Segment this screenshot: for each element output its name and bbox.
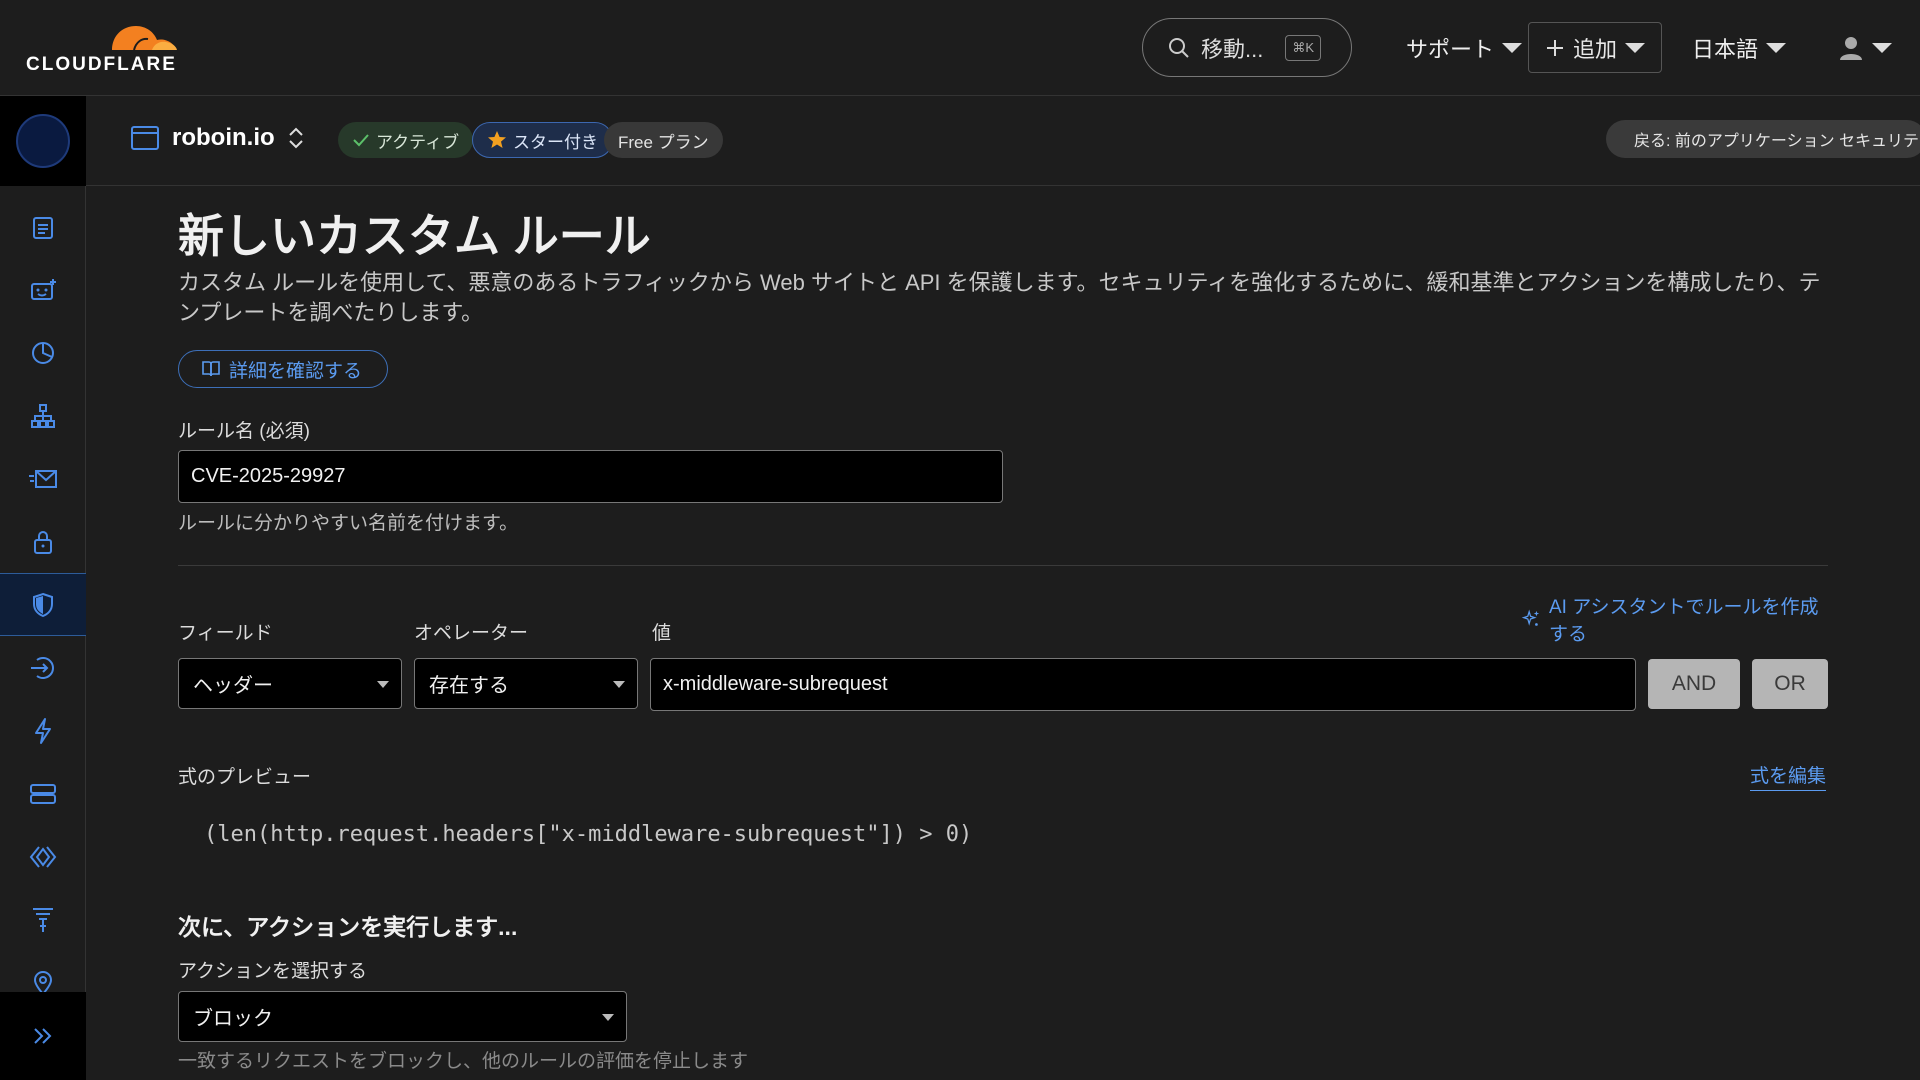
sidebar-item-ssl[interactable] bbox=[0, 510, 86, 573]
lightning-icon bbox=[35, 717, 51, 744]
ai-assistant-link[interactable]: AI アシスタントでルールを作成する bbox=[1521, 592, 1828, 646]
cloud-icon bbox=[112, 26, 177, 51]
shield-icon bbox=[33, 592, 53, 617]
page-title: 新しいカスタム ルール bbox=[178, 210, 651, 262]
support-label: サポート bbox=[1406, 37, 1495, 62]
chevron-down-icon bbox=[1502, 43, 1523, 53]
book-icon bbox=[202, 361, 220, 377]
sparkle-icon bbox=[1521, 609, 1540, 626]
star-icon bbox=[488, 131, 506, 148]
learn-more-label: 詳細を確認する bbox=[229, 360, 363, 382]
main-content: 新しいカスタム ルール カスタム ルールを使用して、悪意のあるトラフィックから … bbox=[178, 186, 1828, 1080]
operator-label: オペレーター bbox=[414, 623, 529, 644]
sidebar bbox=[0, 96, 86, 1080]
email-icon bbox=[29, 469, 57, 488]
back-button[interactable]: 戻る: 前のアプリケーション セキュリティ bbox=[1606, 120, 1920, 158]
zone-name: roboin.io bbox=[172, 124, 275, 151]
user-menu[interactable] bbox=[1838, 26, 1892, 70]
sidebar-item-access[interactable] bbox=[0, 636, 86, 699]
action-hint: 一致するリクエストをブロックし、他のルールの評価を停止します bbox=[178, 1051, 749, 1072]
chevron-down-icon bbox=[377, 680, 389, 688]
expression-preview-label: 式のプレビュー bbox=[178, 767, 312, 788]
operator-select[interactable]: 存在する bbox=[414, 658, 638, 709]
starred-label: スター付き bbox=[513, 132, 598, 152]
page-description: カスタム ルールを使用して、悪意のあるトラフィックから Web サイトと API… bbox=[178, 270, 1821, 325]
zone-header: roboin.io アクティブ スター付き Free プラン 戻る: 前のアプリ… bbox=[86, 96, 1920, 186]
status-badge: アクティブ bbox=[338, 122, 474, 158]
double-chevron-right-icon bbox=[34, 1028, 52, 1044]
search-icon bbox=[1169, 37, 1189, 58]
rule-name-label: ルール名 (必須) bbox=[178, 421, 310, 442]
shortcut-badge: ⌘K bbox=[1285, 34, 1321, 61]
edit-expression-link[interactable]: 式を編集 bbox=[1750, 761, 1827, 791]
starred-badge[interactable]: スター付き bbox=[472, 122, 613, 158]
field-label: フィールド bbox=[178, 623, 273, 644]
storage-icon bbox=[30, 783, 56, 804]
field-select[interactable]: ヘッダー bbox=[178, 658, 402, 709]
sidebar-item-rules[interactable] bbox=[0, 888, 86, 951]
add-label: 追加 bbox=[1572, 36, 1617, 62]
rule-name-input[interactable]: CVE-2025-29927 bbox=[178, 450, 1003, 503]
sidebar-item-speed[interactable] bbox=[0, 699, 86, 762]
top-bar: CLOUDFLARE 移動... ⌘K サポート 追加 日本語 bbox=[0, 0, 1920, 96]
plan-badge: Free プラン bbox=[604, 122, 723, 158]
support-menu[interactable]: サポート bbox=[1406, 26, 1523, 70]
routing-icon bbox=[31, 656, 54, 679]
sidebar-item-bots[interactable] bbox=[0, 258, 86, 321]
or-button[interactable]: OR bbox=[1752, 659, 1828, 709]
cloudflare-logo[interactable]: CLOUDFLARE bbox=[24, 16, 186, 76]
ai-assistant-label: AI アシスタントでルールを作成する bbox=[1548, 597, 1819, 645]
check-icon bbox=[353, 134, 369, 147]
user-icon bbox=[1840, 37, 1862, 60]
value-input[interactable]: x-middleware-subrequest bbox=[650, 658, 1636, 711]
plus-icon bbox=[1546, 39, 1563, 56]
zone-switcher[interactable]: roboin.io bbox=[130, 124, 305, 152]
add-button[interactable]: 追加 bbox=[1528, 22, 1662, 73]
divider bbox=[178, 565, 1828, 566]
expression-preview: (len(http.request.headers["x-middleware-… bbox=[204, 822, 973, 847]
clipboard-icon bbox=[33, 216, 53, 239]
chevron-up-down-icon bbox=[288, 127, 303, 149]
back-label: 戻る: 前のアプリケーション セキュリティ bbox=[1634, 133, 1920, 150]
account-avatar bbox=[16, 114, 70, 168]
chevron-down-icon bbox=[613, 680, 625, 688]
sidebar-item-workers[interactable] bbox=[0, 825, 86, 888]
chevron-down-icon bbox=[1872, 43, 1892, 53]
action-section-title: 次に、アクションを実行します... bbox=[178, 914, 518, 940]
code-icon bbox=[29, 845, 57, 868]
chevron-down-icon bbox=[1625, 42, 1645, 53]
operator-select-value: 存在する bbox=[429, 675, 509, 697]
search-button[interactable]: 移動... ⌘K bbox=[1142, 18, 1352, 77]
plan-label: Free プラン bbox=[618, 132, 709, 152]
network-icon bbox=[31, 403, 55, 428]
browser-window-icon bbox=[131, 126, 159, 150]
chevron-down-icon bbox=[1766, 43, 1787, 53]
sidebar-item-security[interactable] bbox=[0, 573, 86, 636]
search-label: 移動... bbox=[1201, 36, 1264, 62]
status-label: アクティブ bbox=[376, 132, 460, 152]
filter-icon bbox=[33, 907, 53, 932]
robot-icon bbox=[31, 278, 56, 300]
action-label: アクションを選択する bbox=[178, 961, 368, 982]
action-select-value: ブロック bbox=[193, 1008, 273, 1030]
pie-chart-icon bbox=[32, 341, 54, 364]
sidebar-item-email[interactable] bbox=[0, 447, 86, 510]
rule-name-hint: ルールに分かりやすい名前を付けます。 bbox=[178, 513, 519, 534]
action-select[interactable]: ブロック bbox=[178, 991, 627, 1042]
lock-icon bbox=[34, 530, 52, 554]
sidebar-item-analytics[interactable] bbox=[0, 321, 86, 384]
brand-name: CLOUDFLARE bbox=[26, 54, 177, 75]
account-switcher[interactable] bbox=[0, 96, 86, 186]
sidebar-expand-button[interactable] bbox=[0, 992, 86, 1080]
language-label: 日本語 bbox=[1692, 37, 1759, 62]
and-button[interactable]: AND bbox=[1648, 659, 1740, 709]
chevron-down-icon bbox=[602, 1013, 614, 1021]
learn-more-link[interactable]: 詳細を確認する bbox=[178, 350, 388, 388]
language-menu[interactable]: 日本語 bbox=[1692, 26, 1787, 70]
sidebar-item-dns[interactable] bbox=[0, 384, 86, 447]
field-select-value: ヘッダー bbox=[193, 675, 273, 697]
sidebar-item-overview[interactable] bbox=[0, 195, 86, 258]
sidebar-item-caching[interactable] bbox=[0, 762, 86, 825]
value-label: 値 bbox=[652, 623, 672, 644]
